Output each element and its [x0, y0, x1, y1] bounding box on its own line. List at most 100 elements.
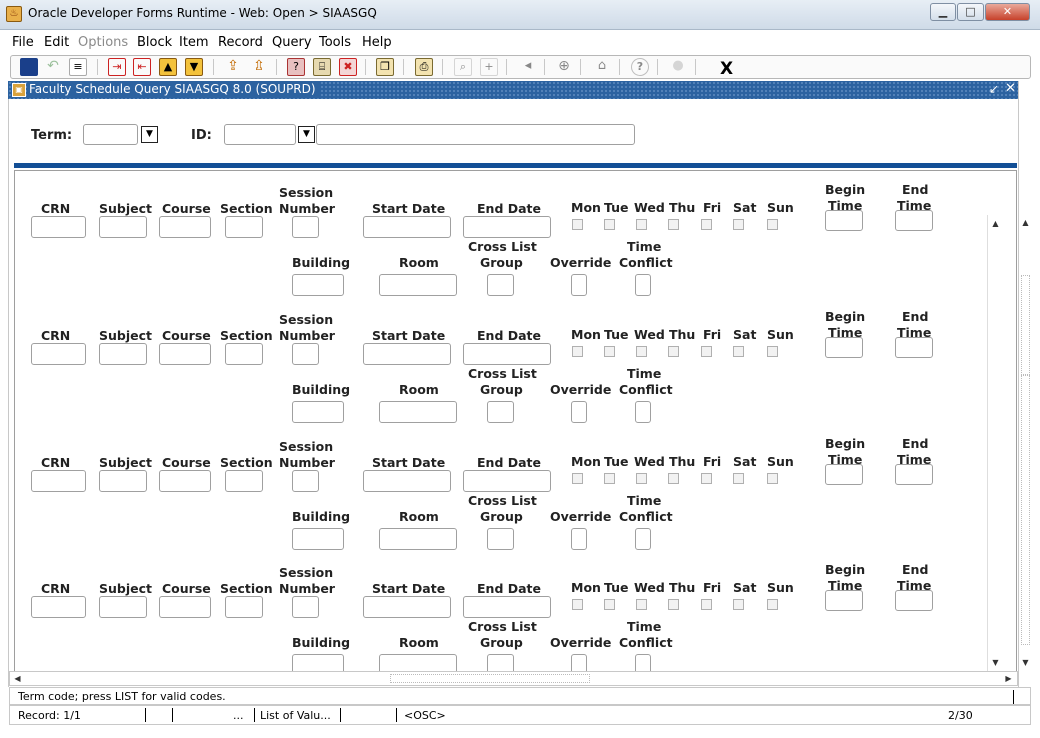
begin-time-field[interactable] — [825, 210, 863, 231]
crn-field[interactable] — [31, 596, 86, 618]
end-time-field[interactable] — [895, 590, 933, 611]
crn-field[interactable] — [31, 216, 86, 238]
lightbulb-icon[interactable]: ● — [669, 58, 687, 76]
session-field[interactable] — [292, 470, 319, 492]
end-date-field[interactable] — [463, 343, 551, 365]
outer-scroll-thumb[interactable] — [1021, 275, 1030, 375]
menu-record[interactable]: Record — [218, 35, 263, 50]
menu-tools[interactable]: Tools — [319, 35, 351, 50]
building-field[interactable] — [292, 274, 344, 296]
tue-checkbox[interactable] — [604, 346, 615, 357]
speaker-icon[interactable]: ◂ — [519, 58, 537, 76]
end-date-field[interactable] — [463, 216, 551, 238]
sat-checkbox[interactable] — [733, 219, 744, 230]
menu-query[interactable]: Query — [272, 35, 312, 50]
save-icon[interactable] — [20, 58, 38, 76]
fri-checkbox[interactable] — [701, 473, 712, 484]
cancel-query-icon[interactable]: ? — [287, 58, 305, 76]
override-field[interactable] — [571, 274, 587, 296]
building-field[interactable] — [292, 528, 344, 550]
wed-checkbox[interactable] — [636, 473, 647, 484]
wed-checkbox[interactable] — [636, 219, 647, 230]
form-close-icon[interactable]: ✕ — [1005, 81, 1016, 96]
thu-checkbox[interactable] — [668, 219, 679, 230]
crn-field[interactable] — [31, 343, 86, 365]
exit-icon[interactable]: ⌸ — [313, 58, 331, 76]
end-date-field[interactable] — [463, 470, 551, 492]
sat-checkbox[interactable] — [733, 599, 744, 610]
sat-checkbox[interactable] — [733, 473, 744, 484]
override-field[interactable] — [571, 401, 587, 423]
minimize-button[interactable]: ▁ — [930, 3, 956, 21]
sun-checkbox[interactable] — [767, 473, 778, 484]
execute-query-icon[interactable]: ⇫ — [250, 58, 268, 76]
building-field[interactable] — [292, 401, 344, 423]
fri-checkbox[interactable] — [701, 219, 712, 230]
hscroll-thumb[interactable] — [390, 674, 590, 683]
vertical-scrollbar[interactable]: ▲ ▼ — [987, 215, 1002, 671]
insert-record-icon[interactable]: ⇥ — [108, 58, 126, 76]
course-field[interactable] — [159, 596, 211, 618]
menu-block[interactable]: Block — [137, 35, 172, 50]
room-field[interactable] — [379, 274, 457, 296]
horizontal-scrollbar[interactable]: ◀ ▶ — [9, 671, 1018, 686]
menu-help[interactable]: Help — [362, 35, 392, 50]
thu-checkbox[interactable] — [668, 599, 679, 610]
cross-list-group-field[interactable] — [487, 274, 514, 296]
id-input[interactable] — [224, 124, 296, 145]
fri-checkbox[interactable] — [701, 599, 712, 610]
time-conflict-field[interactable] — [635, 401, 651, 423]
course-field[interactable] — [159, 216, 211, 238]
course-field[interactable] — [159, 470, 211, 492]
subject-field[interactable] — [99, 596, 147, 618]
begin-time-field[interactable] — [825, 337, 863, 358]
menu-item[interactable]: Item — [179, 35, 209, 50]
sat-checkbox[interactable] — [733, 346, 744, 357]
cross-list-group-field[interactable] — [487, 528, 514, 550]
outer-scroll-thumb-2[interactable] — [1021, 375, 1030, 645]
thu-checkbox[interactable] — [668, 473, 679, 484]
wed-checkbox[interactable] — [636, 599, 647, 610]
end-time-field[interactable] — [895, 210, 933, 231]
menu-file[interactable]: File — [12, 35, 34, 50]
close-button[interactable]: ✕ — [985, 3, 1030, 21]
end-date-field[interactable] — [463, 596, 551, 618]
scroll-left-icon[interactable]: ◀ — [11, 672, 24, 685]
thu-checkbox[interactable] — [668, 346, 679, 357]
start-date-field[interactable] — [363, 343, 451, 365]
section-field[interactable] — [225, 216, 263, 238]
print-icon[interactable]: ⎙ — [415, 58, 433, 76]
term-lov-button[interactable]: ▼ — [141, 126, 158, 143]
scroll-down-icon[interactable]: ▼ — [989, 656, 1002, 669]
sun-checkbox[interactable] — [767, 599, 778, 610]
scroll-up-icon[interactable]: ▲ — [989, 217, 1002, 230]
mon-checkbox[interactable] — [572, 346, 583, 357]
form-minimize-icon[interactable]: ↙ — [989, 82, 999, 96]
end-time-field[interactable] — [895, 464, 933, 485]
mon-checkbox[interactable] — [572, 219, 583, 230]
time-conflict-field[interactable] — [635, 528, 651, 550]
outer-scroll-down-icon[interactable]: ▼ — [1019, 656, 1032, 669]
outer-scroll-up-icon[interactable]: ▲ — [1019, 216, 1032, 229]
clear-form-icon[interactable]: ✖ — [339, 58, 357, 76]
home-icon[interactable]: ⌂ — [593, 58, 611, 76]
zoom-out-icon[interactable]: + — [480, 58, 498, 76]
term-input[interactable] — [83, 124, 138, 145]
room-field[interactable] — [379, 401, 457, 423]
mon-checkbox[interactable] — [572, 473, 583, 484]
end-time-field[interactable] — [895, 337, 933, 358]
session-field[interactable] — [292, 216, 319, 238]
menu-edit[interactable]: Edit — [44, 35, 69, 50]
subject-field[interactable] — [99, 343, 147, 365]
rollback-icon[interactable]: ↶ — [44, 58, 62, 76]
id-lov-button[interactable]: ▼ — [298, 126, 315, 143]
tue-checkbox[interactable] — [604, 219, 615, 230]
begin-time-field[interactable] — [825, 464, 863, 485]
sun-checkbox[interactable] — [767, 219, 778, 230]
crosshair-icon[interactable]: ⊕ — [555, 58, 573, 76]
sun-checkbox[interactable] — [767, 346, 778, 357]
session-field[interactable] — [292, 596, 319, 618]
section-field[interactable] — [225, 343, 263, 365]
maximize-button[interactable]: □ — [957, 3, 984, 21]
crn-field[interactable] — [31, 470, 86, 492]
